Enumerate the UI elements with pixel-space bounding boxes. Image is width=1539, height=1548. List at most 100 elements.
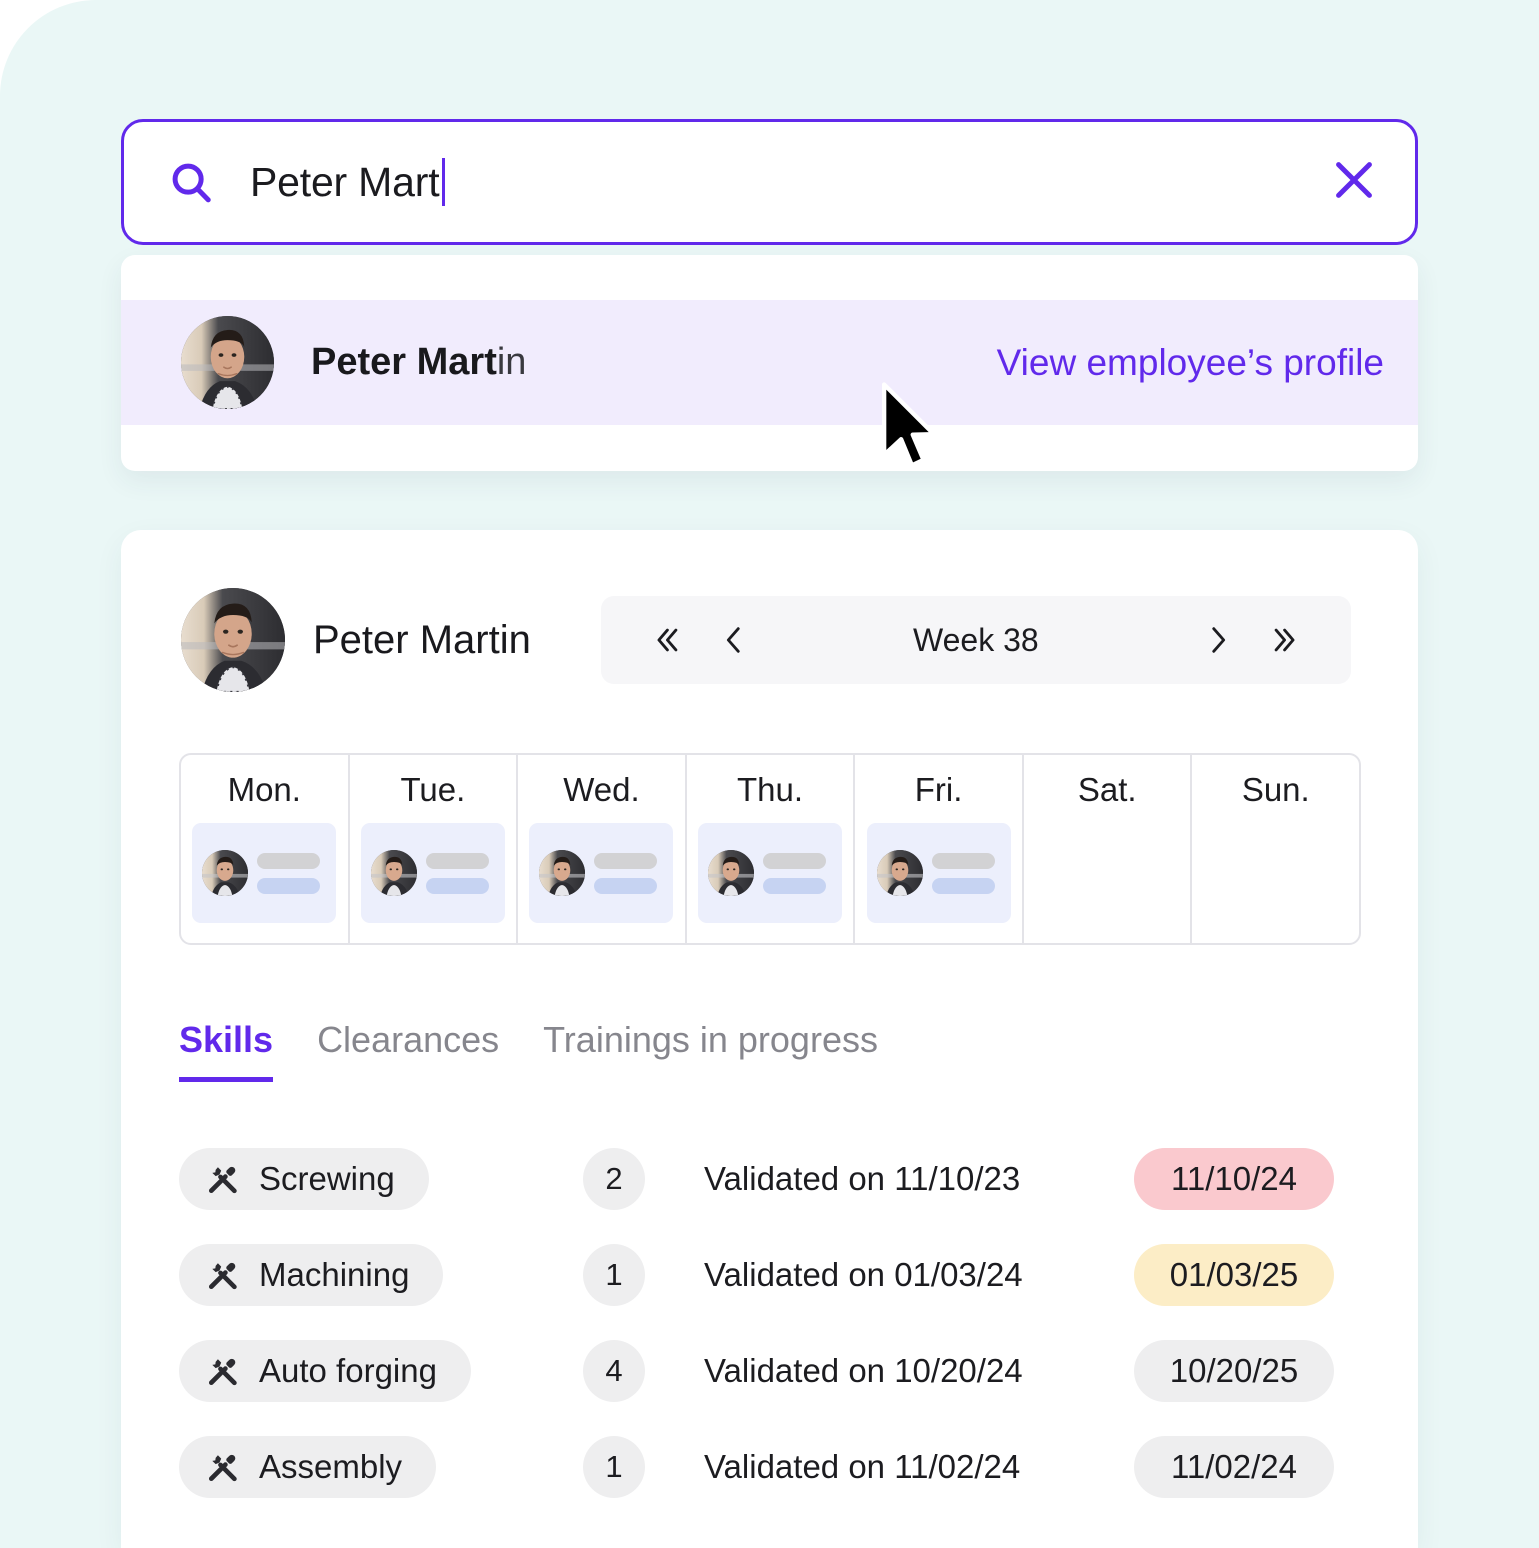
week-navigator: Week 38 (600, 596, 1351, 684)
shift-bar-secondary (594, 877, 658, 894)
day-label: Mon. (227, 771, 301, 808)
search-result-item[interactable]: Peter Martin View employee’s profile (121, 300, 1418, 425)
day-column[interactable]: Thu. (687, 755, 856, 943)
skill-row[interactable]: Assembly 1 Validated on 11/02/24 11/02/24 (179, 1419, 1369, 1515)
skill-validated-date: Validated on 01/03/24 (704, 1256, 1023, 1293)
day-label: Sun. (1241, 771, 1310, 808)
first-week-button[interactable] (639, 613, 693, 667)
tab-trainings-in-progress[interactable]: Trainings in progress (543, 1019, 878, 1082)
last-week-button[interactable] (1259, 613, 1313, 667)
day-column[interactable]: Tue. (350, 755, 519, 943)
tools-icon (205, 1353, 241, 1389)
skill-row[interactable]: Auto forging 4 Validated on 10/20/24 10/20/… (179, 1323, 1369, 1419)
skill-row[interactable]: Machining 1 Validated on 01/03/24 01/03/25 (179, 1227, 1369, 1323)
shift-card[interactable] (360, 823, 505, 923)
shift-placeholder-bars (931, 852, 995, 894)
day-column[interactable]: Sun. (1192, 755, 1359, 943)
profile-tabs: Skills Clearances Trainings in progress (179, 1019, 1418, 1082)
shift-bar-secondary (425, 877, 489, 894)
shift-card[interactable] (192, 823, 337, 923)
tools-icon (205, 1257, 241, 1293)
shift-placeholder-bars (594, 852, 658, 894)
shift-placeholder-bars (425, 852, 489, 894)
skill-level-badge: 1 (583, 1436, 645, 1498)
avatar (539, 850, 586, 896)
current-week-label: Week 38 (913, 621, 1039, 658)
shift-bar-secondary (257, 877, 321, 894)
day-label: Thu. (737, 771, 804, 808)
previous-week-button[interactable] (707, 613, 761, 667)
shift-card[interactable] (698, 823, 843, 923)
search-icon (168, 159, 214, 205)
skill-name: Machining (259, 1256, 410, 1293)
search-bar[interactable]: Peter Mart (121, 119, 1418, 245)
day-column[interactable]: Fri. (855, 755, 1024, 943)
skill-name: Screwing (259, 1160, 395, 1197)
shift-bar-primary (425, 852, 489, 869)
day-column[interactable]: Wed. (518, 755, 687, 943)
skill-validated-date: Validated on 11/02/24 (704, 1448, 1021, 1485)
day-label: Fri. (914, 771, 963, 808)
skill-pill[interactable]: Assembly (179, 1436, 437, 1498)
tools-icon (205, 1449, 241, 1485)
shift-bar-secondary (763, 877, 827, 894)
skills-list: Screwing 2 Validated on 11/10/23 11/10/24 M… (179, 1131, 1369, 1515)
skill-expiry-badge: 10/20/25 (1134, 1340, 1334, 1402)
avatar (370, 850, 417, 896)
day-label: Sat. (1077, 771, 1137, 808)
avatar (202, 850, 249, 896)
day-label: Tue. (400, 771, 466, 808)
search-result-name-match: Peter Mart (311, 341, 497, 383)
avatar (876, 850, 923, 896)
search-result-name-rest: in (496, 341, 527, 383)
search-input-value: Peter Mart (250, 158, 440, 205)
close-icon (1329, 155, 1379, 210)
skill-name: Assembly (259, 1448, 403, 1485)
skill-validated-date: Validated on 11/10/23 (704, 1160, 1021, 1197)
search-result-name: Peter Martin (311, 341, 526, 384)
avatar (181, 588, 285, 692)
view-profile-link[interactable]: View employee’s profile (997, 342, 1384, 384)
skill-expiry-badge: 01/03/25 (1134, 1244, 1334, 1306)
shift-bar-secondary (931, 877, 995, 894)
skill-expiry-badge: 11/02/24 (1134, 1436, 1334, 1498)
chevron-right-icon (1201, 623, 1235, 657)
shift-card[interactable] (866, 823, 1011, 923)
next-week-button[interactable] (1191, 613, 1245, 667)
skill-validated-date: Validated on 10/20/24 (704, 1352, 1023, 1389)
search-results-dropdown: Peter Martin View employee’s profile (121, 255, 1418, 471)
tools-icon (205, 1161, 241, 1197)
page-title: Peter Martin (313, 617, 531, 662)
skill-pill[interactable]: Screwing (179, 1148, 429, 1210)
skill-level-badge: 1 (583, 1244, 645, 1306)
tab-clearances[interactable]: Clearances (317, 1019, 499, 1082)
shift-bar-primary (931, 852, 995, 869)
week-schedule-table: Mon. Tue. Wed. Thu. Fri. Sat. Sun. (179, 753, 1361, 945)
tab-skills[interactable]: Skills (179, 1019, 274, 1082)
skill-pill[interactable]: Auto forging (179, 1340, 471, 1402)
chevron-double-right-icon (1269, 623, 1303, 657)
avatar (181, 316, 274, 409)
profile-header: Peter Martin Week 38 (121, 530, 1418, 692)
employee-profile-card: Peter Martin Week 38 Mon. Tue. Wed. Thu.… (121, 530, 1418, 1548)
chevron-left-icon (717, 623, 751, 657)
shift-bar-primary (257, 852, 321, 869)
shift-placeholder-bars (257, 852, 321, 894)
skill-expiry-badge: 11/10/24 (1134, 1148, 1334, 1210)
day-column[interactable]: Sat. (1024, 755, 1193, 943)
clear-search-button[interactable] (1323, 151, 1385, 213)
shift-placeholder-bars (763, 852, 827, 894)
day-column[interactable]: Mon. (181, 755, 350, 943)
search-input[interactable]: Peter Mart (250, 158, 1323, 206)
skill-name: Auto forging (259, 1352, 437, 1389)
shift-bar-primary (594, 852, 658, 869)
chevron-double-left-icon (649, 623, 683, 657)
text-caret (442, 158, 446, 206)
shift-bar-primary (763, 852, 827, 869)
skill-pill[interactable]: Machining (179, 1244, 444, 1306)
skill-row[interactable]: Screwing 2 Validated on 11/10/23 11/10/24 (179, 1131, 1369, 1227)
shift-card[interactable] (529, 823, 674, 923)
skill-level-badge: 4 (583, 1340, 645, 1402)
day-label: Wed. (563, 771, 640, 808)
skill-level-badge: 2 (583, 1148, 645, 1210)
